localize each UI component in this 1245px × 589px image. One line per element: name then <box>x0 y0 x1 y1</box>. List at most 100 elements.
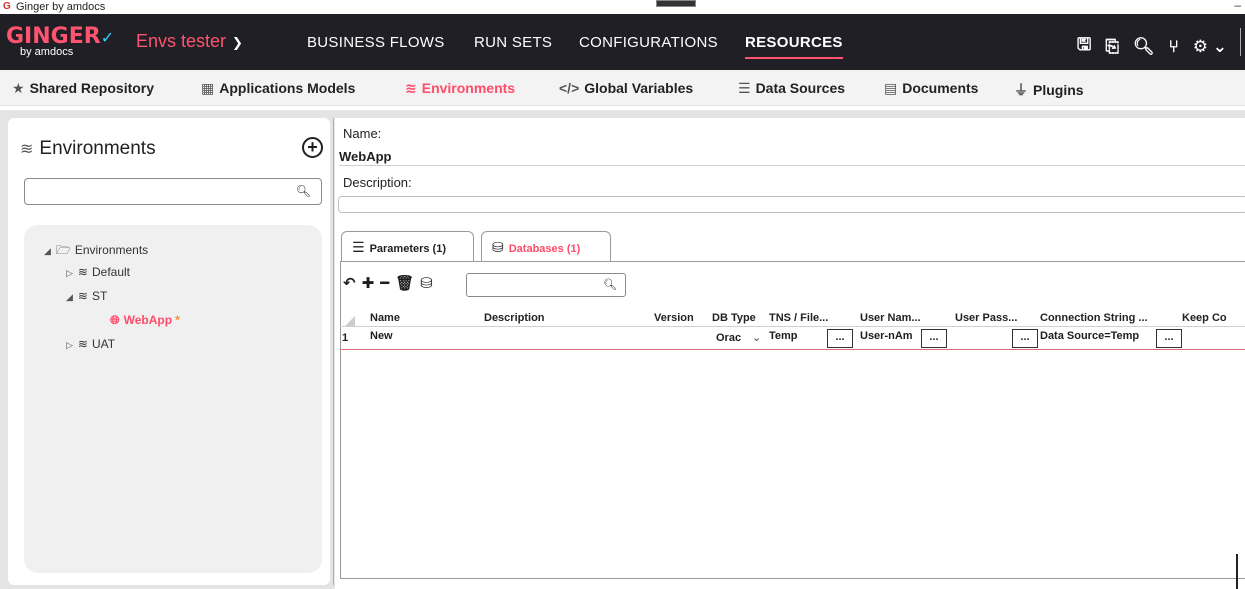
add-icon[interactable]: ✚ <box>362 274 375 292</box>
add-environment-button[interactable]: + <box>302 137 323 158</box>
solution-selector[interactable]: Envs tester ❯ <box>136 31 243 52</box>
cell-tns[interactable]: Temp <box>769 330 798 342</box>
remove-icon[interactable]: ━ <box>380 274 389 292</box>
save-icon[interactable]: 🖫 <box>1077 32 1091 61</box>
col-connection-string[interactable]: Connection String ... <box>1040 312 1148 324</box>
delete-all-icon[interactable]: 🗑︎ <box>395 274 414 292</box>
grid-icon: ▦ <box>201 80 215 96</box>
tab-databases[interactable]: ⛁ Databases (1) <box>481 231 611 261</box>
expand-icon[interactable]: ◢ <box>66 292 73 302</box>
layers-icon: ≋ <box>20 141 34 158</box>
cell-user-name[interactable]: User-nAm <box>860 330 922 342</box>
modified-marker: * <box>175 313 180 327</box>
nav-configurations[interactable]: CONFIGURATIONS <box>579 34 718 51</box>
panel-title: ≋ Environments <box>20 138 156 160</box>
subnav-data-sources[interactable]: ☰ Data Sources <box>738 80 845 97</box>
source-control-icon[interactable]: ⑂ <box>1169 37 1179 57</box>
db-type-value: Orac <box>716 332 742 344</box>
col-tns[interactable]: TNS / File... <box>769 312 828 324</box>
window-center-handle[interactable] <box>656 0 696 7</box>
app-logo-icon: G <box>3 1 11 12</box>
tab-parameters[interactable]: ☰ Parameters (1) <box>341 231 474 261</box>
tns-browse-button[interactable]: ... <box>827 329 853 348</box>
col-user-name[interactable]: User Nam... <box>860 312 921 324</box>
layers-icon: ≋ <box>77 289 88 303</box>
panel-title-text: Environments <box>39 138 156 159</box>
grid-search-input[interactable]: 🔍︎ <box>466 273 626 297</box>
brand-tagline: by amdocs <box>20 46 74 58</box>
globe-icon: 🌐︎ <box>110 313 120 327</box>
tree-node-root[interactable]: ◢ 🗁 Environments <box>44 241 148 262</box>
search-icon[interactable]: 🔍︎ <box>1133 37 1155 57</box>
user-name-edit-button[interactable]: ... <box>921 329 947 348</box>
window-title: Ginger by amdocs <box>16 1 106 13</box>
undo-icon[interactable]: ↶ <box>343 274 356 292</box>
col-description[interactable]: Description <box>484 312 545 324</box>
subnav-global-variables[interactable]: </> Global Variables <box>559 80 693 96</box>
grid-toolbar: ↶ ✚ ━ 🗑︎ ⛁ <box>343 274 433 292</box>
name-label: Name: <box>343 126 382 141</box>
layers-icon: ≋ <box>405 80 417 96</box>
environment-details: Name: WebApp Description: ☰ Parameters (1… <box>335 118 1245 589</box>
nav-toolbar: 🖫 ⎘ 🔍︎ ⑂ ⚙︎ ⌄ <box>1077 32 1227 61</box>
brand-logo: GINGER✓ by amdocs <box>6 26 114 59</box>
tree-node-default[interactable]: ▷ ≋ Default <box>66 265 130 279</box>
name-field[interactable]: WebApp <box>339 149 1245 166</box>
database-icon[interactable]: ⛁ <box>420 274 433 292</box>
nav-run-sets[interactable]: RUN SETS <box>474 34 552 51</box>
save-all-icon[interactable]: ⎘ <box>1105 37 1119 57</box>
col-user-password[interactable]: User Pass... <box>955 312 1017 324</box>
tab-label: Databases (1) <box>508 243 581 255</box>
tab-label: Parameters (1) <box>369 243 446 255</box>
panel-splitter[interactable] <box>333 118 334 585</box>
environments-tree-panel: ≋ Environments + 🔍︎ ◢ 🗁 Environments ▷ ≋ Defa… <box>8 118 330 585</box>
col-name[interactable]: Name <box>370 312 400 324</box>
folder-open-icon: 🗁 <box>55 243 71 257</box>
cell-connection-string[interactable]: Data Source=Temp <box>1040 330 1158 342</box>
subnav-shared-repository[interactable]: ★ Shared Repository <box>12 80 154 97</box>
plug-icon: ⏚ <box>1014 82 1028 98</box>
description-field[interactable] <box>338 196 1245 213</box>
layers-icon: ≋ <box>77 337 88 351</box>
cell-name[interactable]: New <box>370 330 393 342</box>
window-title-bar: G Ginger by amdocs – <box>0 0 1245 14</box>
collapse-icon[interactable]: ▷ <box>66 268 73 278</box>
connection-string-edit-button[interactable]: ... <box>1156 329 1182 348</box>
solution-name: Envs tester <box>136 31 227 51</box>
nav-resources[interactable]: RESOURCES <box>745 34 843 59</box>
minimize-button[interactable]: – <box>1234 0 1241 12</box>
password-edit-button[interactable]: ... <box>1012 329 1038 348</box>
scrollbar-handle[interactable] <box>1236 554 1238 589</box>
subnav-environments[interactable]: ≋ Environments <box>405 80 515 97</box>
sliders-icon: ☰ <box>352 239 365 255</box>
subnav-label: Global Variables <box>584 80 694 96</box>
col-db-type[interactable]: DB Type <box>712 312 756 324</box>
subnav-plugins[interactable]: ⏚ Plugins <box>1014 80 1084 100</box>
main-navigation: GINGER✓ by amdocs Envs tester ❯ BUSINESS … <box>0 14 1245 70</box>
tree-node-st[interactable]: ◢ ≋ ST <box>66 289 107 303</box>
database-icon: ☰ <box>738 80 751 96</box>
subnav-label: Data Sources <box>755 80 846 96</box>
table-row[interactable]: 1 New Orac ⌄ Temp ... User-nAm ... ... Da… <box>340 327 1245 350</box>
subnav-label: Plugins <box>1033 82 1084 98</box>
tree-node-uat[interactable]: ▷ ≋ UAT <box>66 337 115 351</box>
code-icon: </> <box>559 80 580 96</box>
tree-node-webapp[interactable]: 🌐︎ WebApp * <box>110 313 180 328</box>
document-icon: ▤ <box>884 80 898 96</box>
expand-icon[interactable]: ◢ <box>44 246 51 256</box>
subnav-applications-models[interactable]: ▦ Applications Models <box>201 80 355 97</box>
tree-search-input[interactable]: 🔍︎ <box>24 178 322 205</box>
db-type-select[interactable]: Orac ⌄ <box>712 329 766 348</box>
chevron-down-icon: ❯ <box>232 35 243 50</box>
tree-node-label: WebApp <box>123 313 173 327</box>
subnav-documents[interactable]: ▤ Documents <box>884 80 978 97</box>
collapse-icon[interactable]: ▷ <box>66 340 73 350</box>
description-label: Description: <box>343 175 412 190</box>
nav-business-flows[interactable]: BUSINESS FLOWS <box>307 34 445 51</box>
databases-tab-content <box>340 261 1245 579</box>
gear-icon[interactable]: ⚙︎ ⌄ <box>1193 37 1227 57</box>
col-keep-connection[interactable]: Keep Co <box>1182 312 1227 324</box>
col-version[interactable]: Version <box>654 312 694 324</box>
subnav-label: Shared Repository <box>29 80 155 96</box>
tree-node-label: UAT <box>91 337 116 351</box>
